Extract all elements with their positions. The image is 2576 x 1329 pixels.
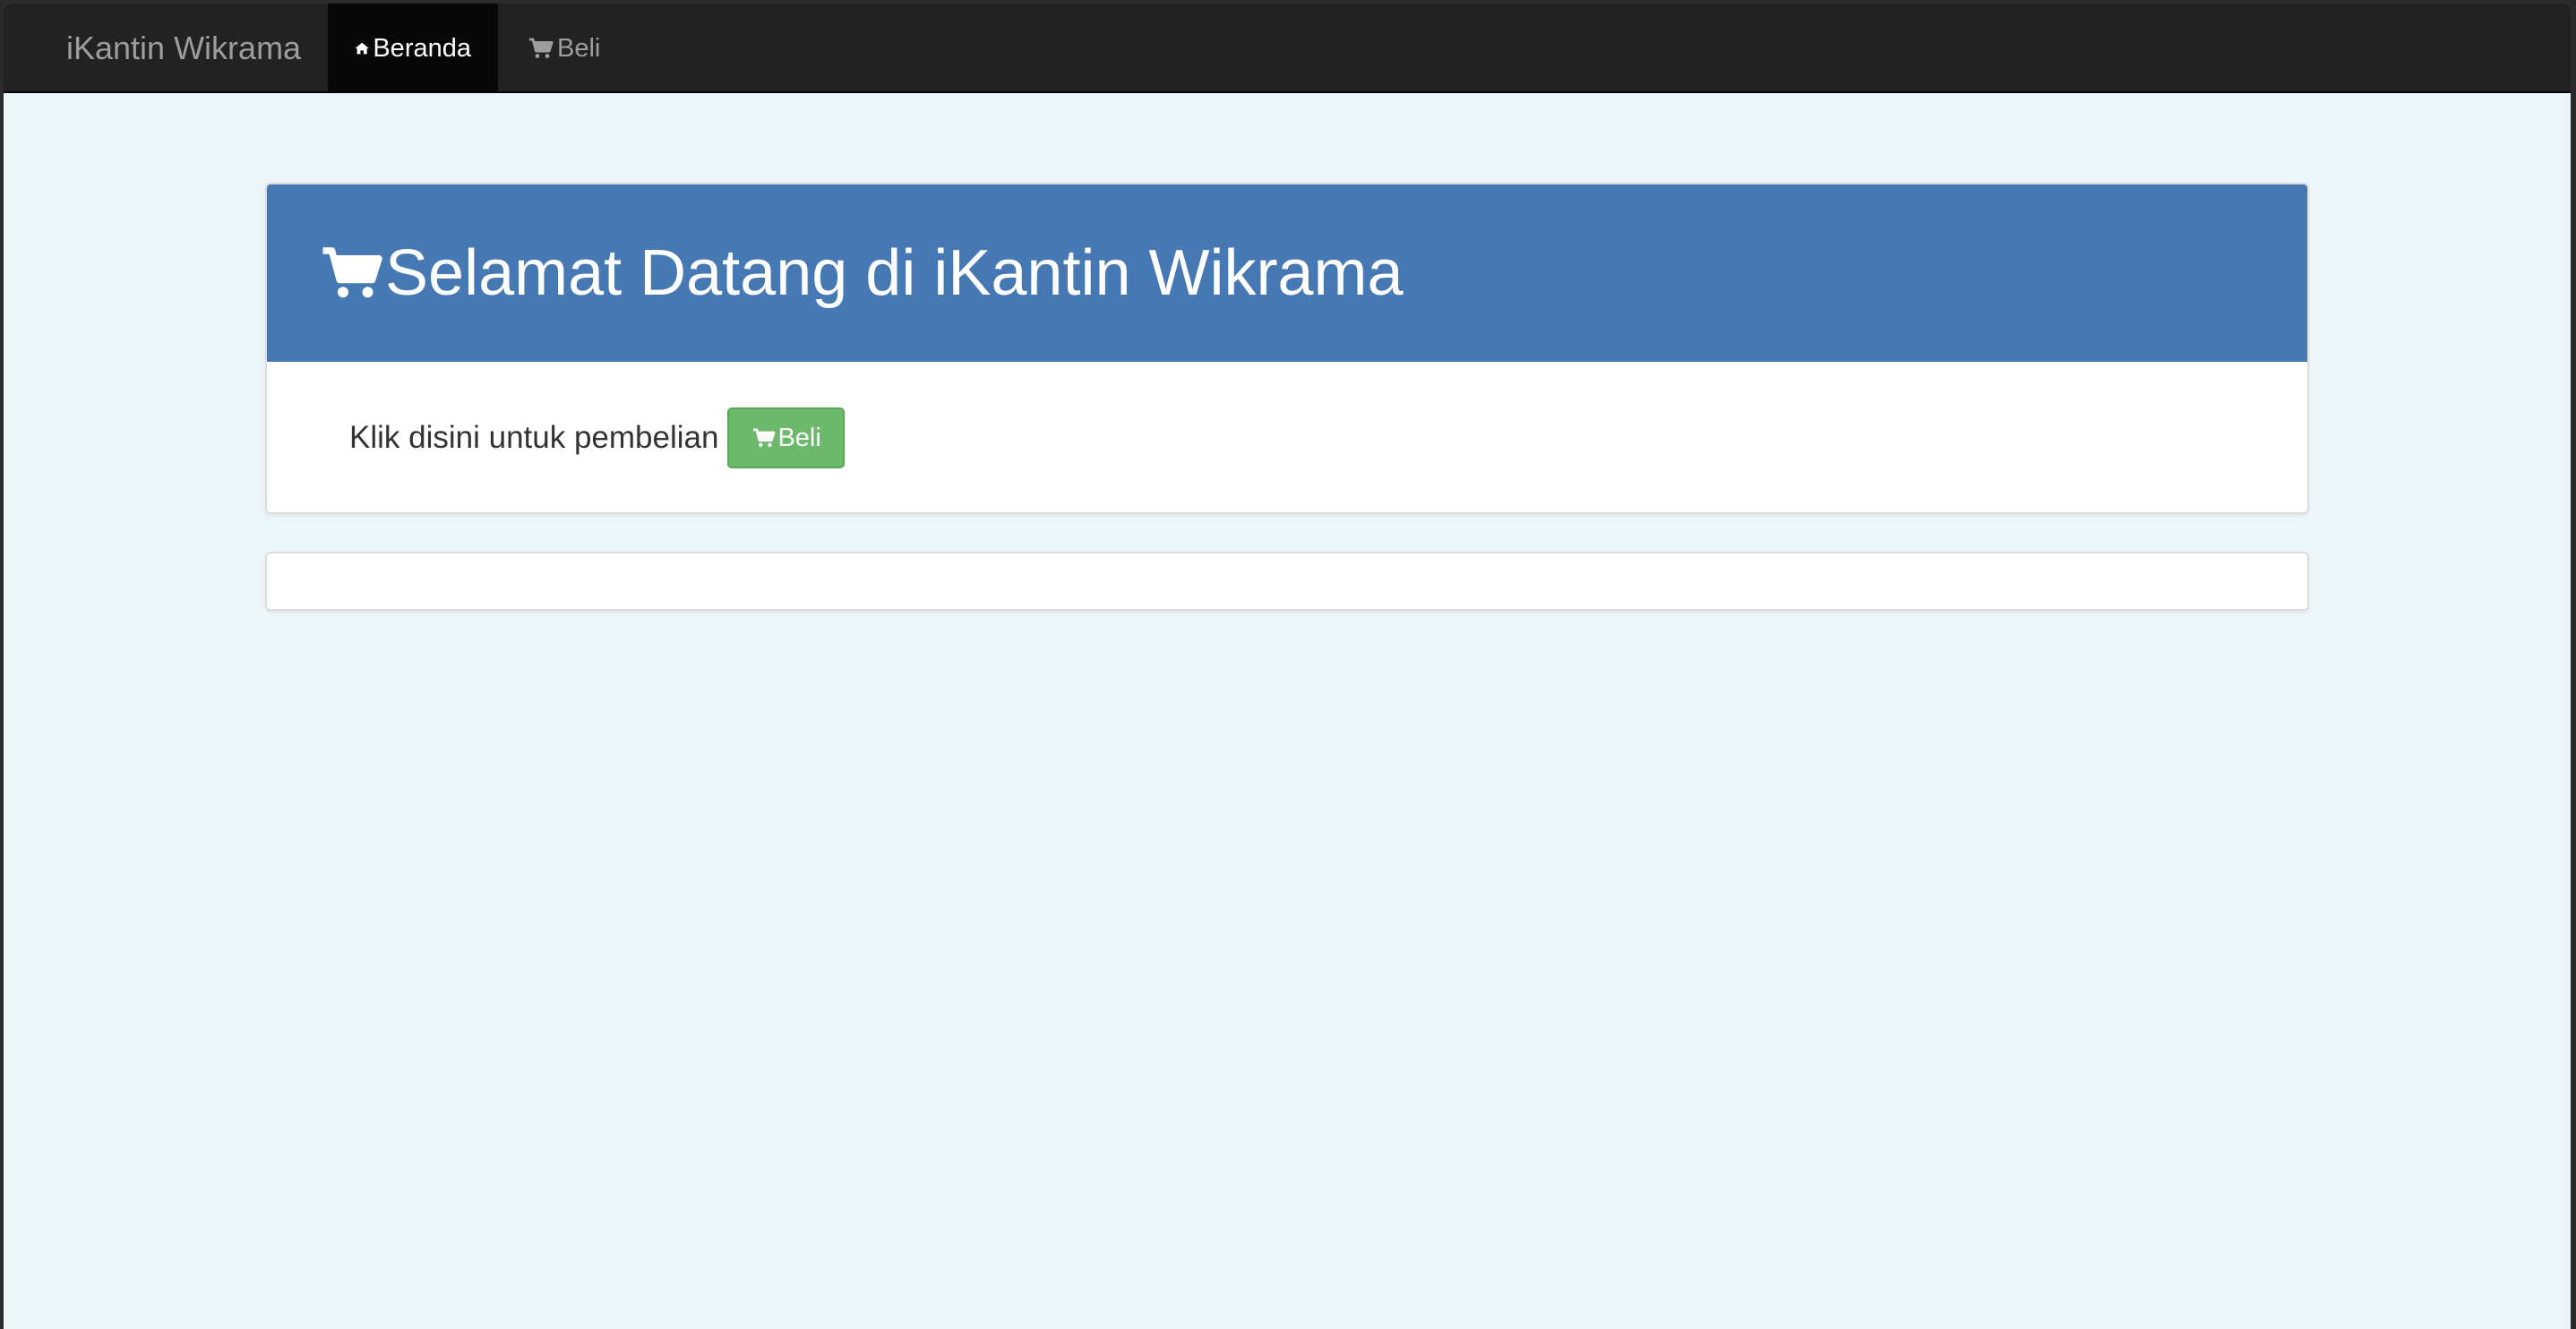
nav-item-label: Beranda (373, 33, 471, 63)
page-title: Selamat Datang di iKantin Wikrama (385, 237, 1404, 309)
home-icon (355, 42, 369, 55)
cart-icon (322, 247, 382, 298)
content-panel (265, 552, 2309, 611)
welcome-heading: Selamat Datang di iKantin Wikrama (267, 184, 2307, 362)
nav-item-beranda[interactable]: Beranda (328, 4, 498, 93)
welcome-body: Klik disini untuk pembelian Beli (267, 362, 2307, 512)
purchase-prompt: Klik disini untuk pembelian (349, 420, 719, 455)
welcome-panel: Selamat Datang di iKantin Wikrama Klik d… (265, 183, 2309, 514)
top-navbar: iKantin Wikrama Beranda Beli (4, 4, 2571, 93)
nav-item-beli[interactable]: Beli (502, 4, 636, 93)
beli-button-label: Beli (777, 423, 821, 452)
nav-item-label: Beli (557, 33, 601, 63)
beli-button[interactable]: Beli (727, 407, 845, 468)
cart-icon (529, 38, 554, 58)
navbar-brand[interactable]: iKantin Wikrama (66, 4, 301, 93)
browser-viewport: iKantin Wikrama Beranda Beli Selamat Dat… (4, 4, 2571, 1329)
cart-icon (753, 428, 776, 447)
